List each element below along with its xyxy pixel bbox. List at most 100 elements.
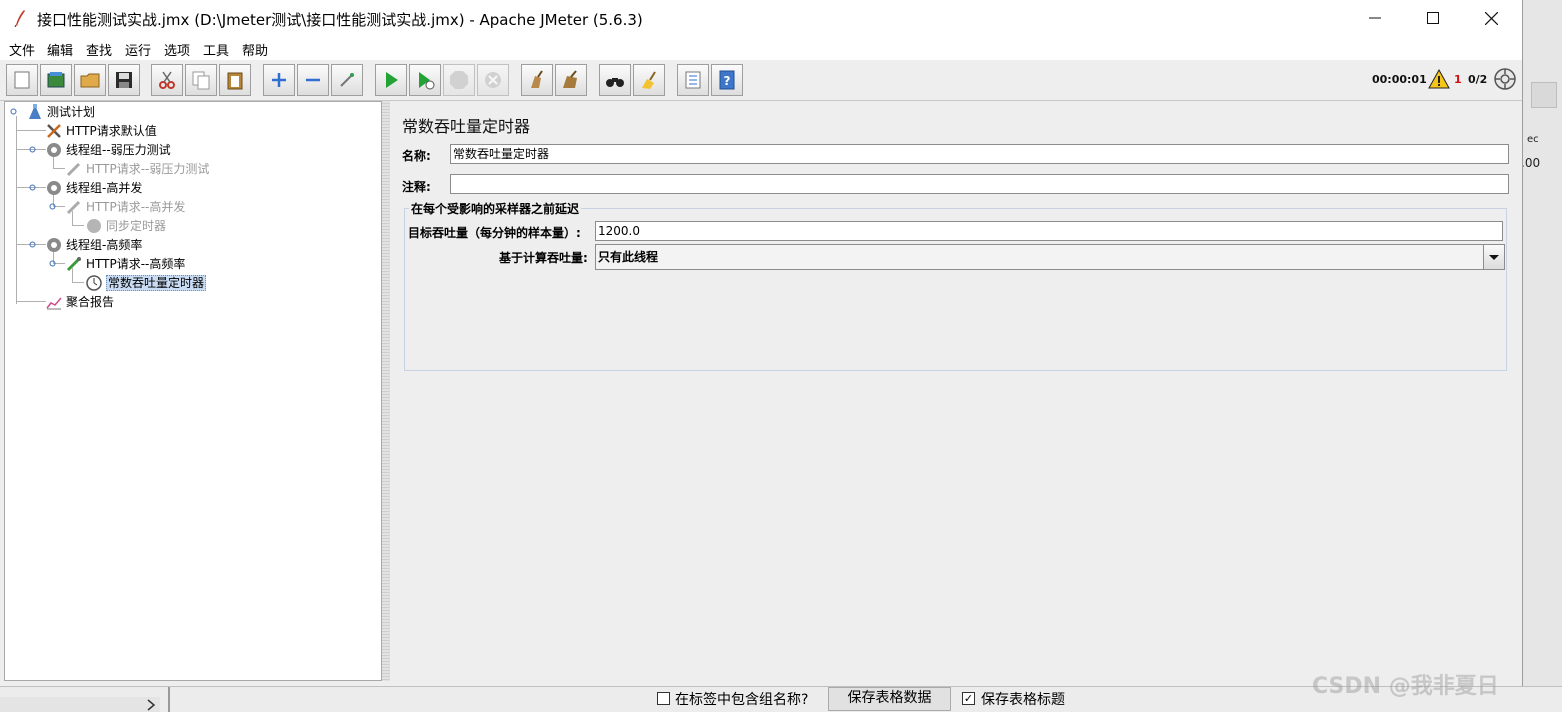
tree-node-thread-group[interactable]: 线程组-高频率 xyxy=(45,236,142,254)
gear-icon xyxy=(47,143,61,157)
horizontal-scrollbar[interactable] xyxy=(0,697,160,712)
plus-icon xyxy=(272,73,286,87)
function-helper-button[interactable] xyxy=(677,64,709,96)
pipette-icon xyxy=(66,257,81,272)
toggle-button[interactable] xyxy=(331,64,363,96)
menu-run[interactable]: 运行 xyxy=(125,40,151,59)
toggle-wand-icon xyxy=(340,73,354,87)
background-window-strip: ec .00 xyxy=(1521,0,1562,712)
paste-button[interactable] xyxy=(219,64,251,96)
menu-edit[interactable]: 编辑 xyxy=(47,40,73,59)
copy-button[interactable] xyxy=(185,64,217,96)
panel-heading: 常数吞吐量定时器 xyxy=(402,117,531,136)
gear-icon xyxy=(47,238,61,252)
panel-splitter[interactable] xyxy=(382,101,390,681)
reset-search-button[interactable] xyxy=(633,64,665,96)
clear-button[interactable] xyxy=(521,64,553,96)
menu-bar: 文件 编辑 查找 运行 选项 工具 帮助 xyxy=(0,36,1522,60)
gear-icon xyxy=(47,181,61,195)
close-icon xyxy=(1484,11,1498,25)
expand-toggle-icon[interactable] xyxy=(10,108,17,115)
save-table-button[interactable]: 保存表格数据 xyxy=(828,687,951,711)
tree-node-test-plan[interactable]: 测试计划 xyxy=(26,103,95,121)
target-throughput-input[interactable]: 1200.0 xyxy=(595,221,1503,241)
expand-toggle-icon[interactable] xyxy=(49,260,56,267)
search-button[interactable] xyxy=(599,64,631,96)
chevron-down-icon xyxy=(1489,255,1499,260)
floppy-disk-icon xyxy=(116,72,132,88)
clear-all-button[interactable] xyxy=(555,64,587,96)
expand-toggle-icon[interactable] xyxy=(49,203,56,210)
calc-mode-label: 基于计算吞吐量: xyxy=(499,251,588,265)
expand-all-button[interactable] xyxy=(263,64,295,96)
background-text: .00 xyxy=(1521,156,1541,170)
save-header-label: 保存表格标题 xyxy=(981,692,1065,708)
background-control xyxy=(1531,82,1557,108)
tree-node-http-request[interactable]: HTTP请求--弱压力测试 xyxy=(65,160,209,178)
menu-tools[interactable]: 工具 xyxy=(203,40,229,59)
save-button[interactable] xyxy=(108,64,140,96)
list-icon xyxy=(685,71,701,89)
menu-file[interactable]: 文件 xyxy=(9,40,35,59)
calc-mode-select[interactable]: 只有此线程 xyxy=(595,244,1505,270)
maximize-button[interactable] xyxy=(1404,0,1462,36)
comment-input[interactable] xyxy=(450,174,1509,194)
help-button[interactable]: ? xyxy=(711,64,743,96)
cut-button[interactable] xyxy=(151,64,183,96)
active-threads: 0/2 xyxy=(1468,73,1488,86)
open-button[interactable] xyxy=(74,64,106,96)
toolbar: ? 00:00:01 1 0/2 xyxy=(0,60,1522,101)
group-legend: 在每个受影响的采样器之前延迟 xyxy=(409,200,582,217)
window-title: 接口性能测试实战.jmx (D:\Jmeter测试\接口性能测试实战.jmx) … xyxy=(37,11,643,29)
name-label: 名称: xyxy=(402,149,431,163)
reset-broom-icon xyxy=(642,71,656,89)
expand-toggle-icon[interactable] xyxy=(29,146,36,153)
clear-all-broom-icon xyxy=(563,70,577,88)
tree-node-thread-group[interactable]: 线程组-高并发 xyxy=(45,179,142,197)
comment-label: 注释: xyxy=(402,180,431,194)
menu-help[interactable]: 帮助 xyxy=(242,40,268,59)
stop-button[interactable] xyxy=(443,64,475,96)
chart-icon xyxy=(46,297,62,310)
tree-node-http-request[interactable]: HTTP请求--高并发 xyxy=(65,198,185,216)
templates-icon xyxy=(47,72,65,88)
save-header-checkbox[interactable]: ✓ xyxy=(962,692,975,705)
tree-node-http-defaults[interactable]: HTTP请求默认值 xyxy=(45,122,157,140)
clipboard-icon xyxy=(227,72,243,90)
start-button[interactable] xyxy=(375,64,407,96)
close-button[interactable] xyxy=(1462,0,1520,36)
jmeter-feather-icon xyxy=(14,10,25,27)
test-plan-icon xyxy=(29,104,41,119)
name-input[interactable]: 常数吞吐量定时器 xyxy=(450,144,1509,164)
dropdown-arrow[interactable] xyxy=(1483,245,1504,269)
minimize-icon xyxy=(1369,17,1381,19)
start-no-pauses-button[interactable] xyxy=(409,64,441,96)
calc-mode-value: 只有此线程 xyxy=(598,250,659,264)
background-text: ec xyxy=(1527,134,1539,145)
menu-search[interactable]: 查找 xyxy=(86,40,112,59)
collapse-all-button[interactable] xyxy=(297,64,329,96)
test-plan-tree: 测试计划 HTTP请求默认值 线程组--弱压力测试 HTTP请求--弱压力测试 … xyxy=(4,101,382,681)
new-button[interactable] xyxy=(6,64,38,96)
include-group-checkbox[interactable] xyxy=(657,692,670,705)
warning-icon[interactable] xyxy=(1428,69,1450,89)
config-tools-icon xyxy=(47,124,61,138)
menu-options[interactable]: 选项 xyxy=(164,40,190,59)
remote-status-icon[interactable] xyxy=(1494,68,1516,90)
tree-node-constant-throughput-timer[interactable]: 常数吞吐量定时器 xyxy=(85,274,207,292)
tree-node-sync-timer[interactable]: 同步定时器 xyxy=(85,217,166,235)
expand-toggle-icon[interactable] xyxy=(29,184,36,191)
scissors-icon xyxy=(159,71,175,89)
copy-icon xyxy=(192,71,210,90)
expand-toggle-icon[interactable] xyxy=(29,241,36,248)
minimize-button[interactable] xyxy=(1346,0,1404,36)
shutdown-button[interactable] xyxy=(477,64,509,96)
tree-node-aggregate-report[interactable]: 聚合报告 xyxy=(45,293,114,311)
help-book-icon: ? xyxy=(719,70,735,90)
new-file-icon xyxy=(14,71,30,89)
templates-button[interactable] xyxy=(40,64,72,96)
tree-node-http-request[interactable]: HTTP请求--高频率 xyxy=(65,255,185,273)
warning-count: 1 xyxy=(1454,73,1462,86)
tree-node-thread-group[interactable]: 线程组--弱压力测试 xyxy=(45,141,171,159)
pipette-icon xyxy=(66,200,81,215)
